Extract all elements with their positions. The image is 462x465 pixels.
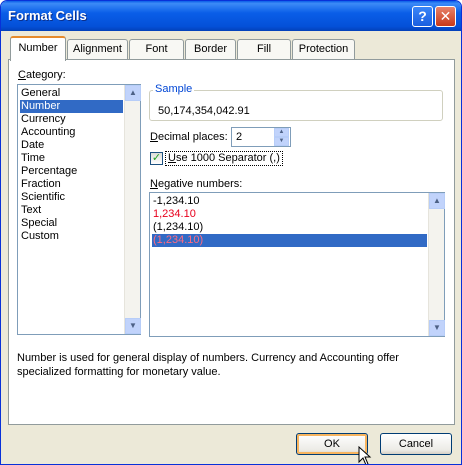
category-item-date[interactable]: Date xyxy=(20,139,44,152)
decimal-places-label: Decimal places: xyxy=(150,131,228,143)
negative-item-1[interactable]: -1,234.10 xyxy=(152,195,199,208)
negative-item-2[interactable]: 1,234.10 xyxy=(152,208,196,221)
scroll-down-icon[interactable]: ▼ xyxy=(429,320,445,336)
title-bar[interactable]: Format Cells ? ✕ xyxy=(1,1,461,31)
category-item-fraction[interactable]: Fraction xyxy=(20,178,61,191)
tab-fill[interactable]: Fill xyxy=(237,39,291,59)
category-label: Category: xyxy=(18,69,66,81)
tab-number[interactable]: Number xyxy=(10,36,66,61)
category-item-accounting[interactable]: Accounting xyxy=(20,126,75,139)
close-icon[interactable]: ✕ xyxy=(435,6,456,27)
negative-numbers-label: Negative numbers: xyxy=(150,178,243,190)
description-text: Number is used for general display of nu… xyxy=(17,352,399,378)
category-item-text[interactable]: Text xyxy=(20,204,41,217)
category-scrollbar[interactable]: ▲ ▼ xyxy=(124,85,141,334)
use-separator-label[interactable]: Use 1000 Separator (,) xyxy=(165,151,283,166)
category-item-number[interactable]: Number xyxy=(20,100,123,113)
mouse-cursor-icon xyxy=(358,446,372,464)
tab-protection[interactable]: Protection xyxy=(292,39,355,59)
category-item-general[interactable]: General xyxy=(20,87,60,100)
scroll-down-icon[interactable]: ▼ xyxy=(125,318,141,334)
scroll-up-icon[interactable]: ▲ xyxy=(429,193,445,209)
sample-value: 50,174,354,042.91 xyxy=(158,105,250,117)
spin-up-icon[interactable]: ▲ xyxy=(274,128,289,137)
decimal-places-stepper[interactable]: 2 ▲ ▼ xyxy=(231,127,291,147)
category-item-custom[interactable]: Custom xyxy=(20,230,59,243)
cancel-button[interactable]: Cancel xyxy=(380,433,452,455)
tab-border[interactable]: Border xyxy=(185,39,236,59)
negative-item-4[interactable]: (1,234.10) xyxy=(152,234,427,247)
category-list[interactable]: General Number Currency Accounting Date … xyxy=(17,84,141,335)
format-cells-dialog: Format Cells ? ✕ Number Alignment Font B… xyxy=(0,0,462,465)
spin-down-icon[interactable]: ▼ xyxy=(274,137,289,146)
category-item-special[interactable]: Special xyxy=(20,217,57,230)
use-separator-checkbox[interactable]: ✓ xyxy=(150,152,163,165)
negative-item-3[interactable]: (1,234.10) xyxy=(152,221,203,234)
category-item-time[interactable]: Time xyxy=(20,152,45,165)
scroll-up-icon[interactable]: ▲ xyxy=(125,85,141,101)
negative-numbers-list[interactable]: -1,234.10 1,234.10 (1,234.10) (1,234.10)… xyxy=(149,192,445,337)
help-icon[interactable]: ? xyxy=(412,6,433,27)
negative-scrollbar[interactable]: ▲ ▼ xyxy=(428,193,445,336)
category-item-scientific[interactable]: Scientific xyxy=(20,191,65,204)
category-item-percentage[interactable]: Percentage xyxy=(20,165,77,178)
window-title: Format Cells xyxy=(8,8,87,23)
tab-font[interactable]: Font xyxy=(129,39,184,59)
tab-alignment[interactable]: Alignment xyxy=(67,39,128,59)
category-item-currency[interactable]: Currency xyxy=(20,113,66,126)
decimal-places-value[interactable]: 2 xyxy=(236,131,242,143)
sample-legend: Sample xyxy=(153,83,195,95)
